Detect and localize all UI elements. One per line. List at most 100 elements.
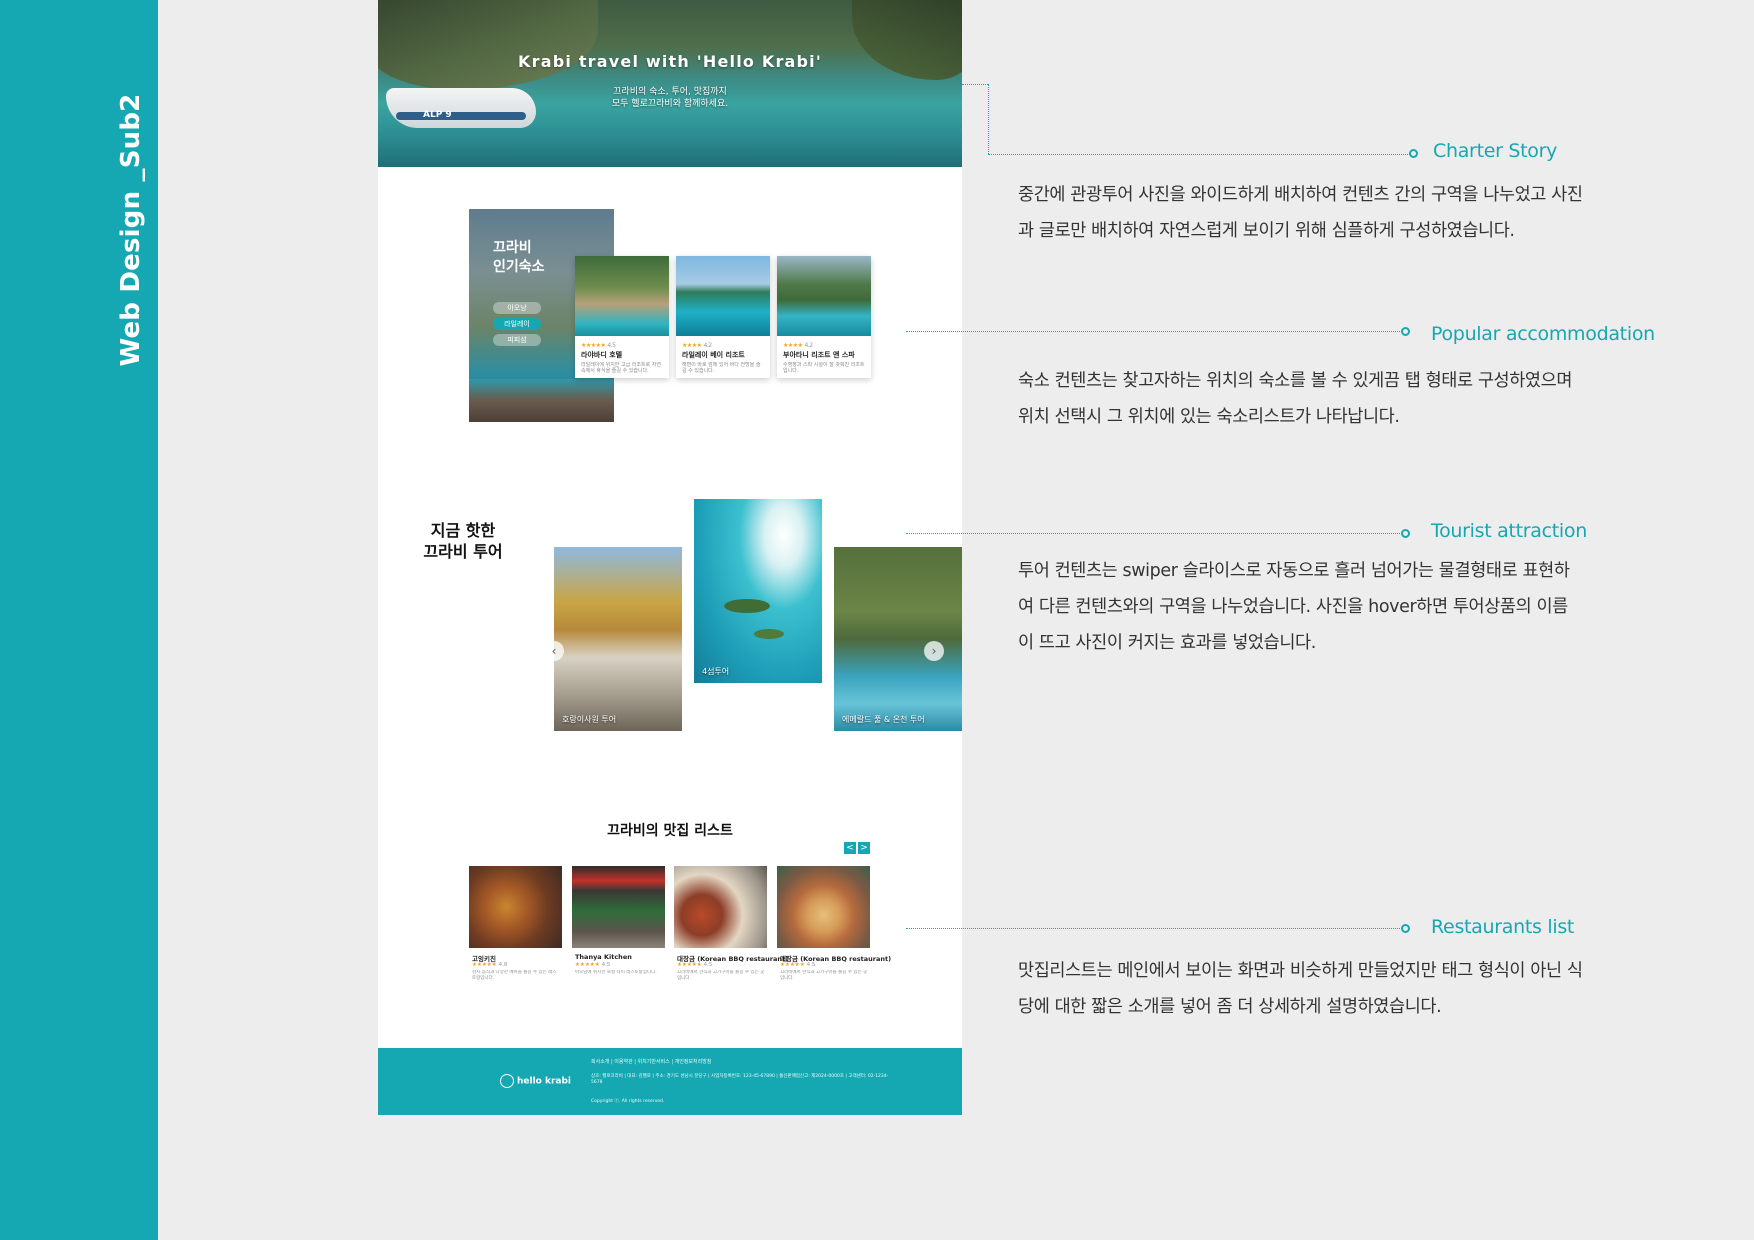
accommodation-name: 부아타니 리조트 앤 스파 — [783, 351, 855, 359]
tour-label: 4섬투어 — [702, 667, 730, 676]
hero-subtitle-line-1: 끄라비의 숙소, 투어, 맛집까지 — [613, 87, 727, 97]
restaurant-card[interactable]: 대장금 (Korean BBQ restaurant) ★★★★★ 4.5 끄라비… — [777, 866, 891, 986]
stars-icon: ★★★★ — [783, 342, 803, 349]
rating-stars: ★★★★★ 4.5 — [780, 962, 815, 968]
restaurant-desc: 현지 음식과 다양한 메뉴를 즐길 수 있는 레스토랑입니다. — [472, 970, 557, 981]
restaurant-card[interactable]: Thanya Kitchen ★★★★★ 4.5 아오낭에 위치한 로컬 타이 레… — [572, 866, 665, 986]
accommodation-desc: 라일레이에 위치한 고급 리조트로 자연 속에서 휴식을 즐길 수 있습니다. — [581, 362, 661, 374]
rating-stars: ★★★★★ 4.5 — [581, 342, 616, 349]
accommodation-photo — [575, 256, 669, 336]
footer-info: 상호: 헬로끄라비 | 대표: 김헬로 | 주소: 경기도 성남시 분당구 | … — [591, 1074, 889, 1085]
restaurants-prev-button[interactable]: < — [844, 842, 856, 854]
tour-card[interactable]: 에메랄드 풀 & 온천 투어 — [834, 547, 962, 731]
accommodation-title-line-2: 인기숙소 — [493, 259, 545, 275]
accommodation-title-line-1: 끄라비 — [493, 240, 532, 256]
stars-icon: ★★★★★ — [581, 342, 606, 349]
restaurant-desc: 아오낭에 위치한 로컬 타이 레스토랑입니다. — [575, 970, 657, 975]
connector-dot-icon — [1401, 529, 1410, 538]
restaurant-photo — [572, 866, 665, 948]
island-shape — [724, 599, 770, 613]
stars-icon: ★★★★★ — [677, 962, 702, 968]
annotation-title: Tourist attraction — [1431, 520, 1587, 542]
annotation-title: Popular accommodation — [1431, 323, 1655, 345]
annotation-title: Restaurants list — [1431, 916, 1575, 938]
rating-value: 4.5 — [703, 962, 713, 968]
rating-value: 4.5 — [607, 342, 616, 349]
restaurant-card[interactable]: 고잉키친 ★★★★★ 4.8 현지 음식과 다양한 메뉴를 즐길 수 있는 레스토… — [469, 866, 562, 986]
restaurants-heading: 끄라비의 맛집 리스트 — [607, 823, 733, 839]
restaurant-desc: 끄라비에서 한식과 고기구이를 즐길 수 있는 곳입니다. — [677, 970, 765, 981]
tour-prev-button[interactable]: ‹ — [544, 641, 564, 661]
restaurant-photo — [469, 866, 562, 948]
restaurant-card[interactable]: 대장금 (Korean BBQ restaurant) ★★★★★ 4.5 끄라비… — [674, 866, 788, 986]
footer-logo-text: hello krabi — [517, 1076, 572, 1087]
restaurant-photo — [674, 866, 767, 948]
tour-heading: 지금 핫한 끄라비 투어 — [408, 520, 518, 562]
rating-value: 4.2 — [703, 342, 713, 349]
accommodation-card[interactable]: ★★★★★ 4.5 라야바디 호텔 라일레이에 위치한 고급 리조트로 자연 속에… — [575, 256, 669, 378]
tour-next-button[interactable]: › — [924, 641, 944, 661]
footer-copyright: Copyright ⓒ. All rights reserved. — [591, 1099, 665, 1104]
accommodation-photo — [777, 256, 871, 336]
stars-icon: ★★★★ — [682, 342, 702, 349]
hero-cliff-left — [378, 0, 598, 90]
sidebar-title: Web Design _Sub2 — [116, 93, 146, 367]
rating-stars: ★★★★ 4.2 — [783, 342, 813, 349]
hero-banner: ALP 9 Krabi travel with 'Hello Krabi' 끄라… — [378, 0, 962, 167]
pool-deck-photo — [469, 379, 614, 422]
stars-icon: ★★★★★ — [780, 962, 805, 968]
footer-logo[interactable]: hello krabi — [500, 1074, 571, 1088]
hero-boat-label: ALP 9 — [423, 110, 452, 120]
hero-subtitle-line-2: 모두 헬로끄라비와 함께하세요. — [611, 99, 729, 109]
tab-phiphi[interactable]: 피피섬 — [493, 334, 541, 346]
rating-value: 4.8 — [498, 962, 508, 968]
footer-links[interactable]: 회사소개 | 이용약관 | 위치기반서비스 | 개인정보처리방침 — [591, 1058, 711, 1065]
connector-dot-icon — [1401, 924, 1410, 933]
accommodation-photo — [676, 256, 770, 336]
restaurant-name: Thanya Kitchen — [575, 953, 632, 961]
connector-line — [906, 533, 1402, 534]
tour-heading-line-1: 지금 핫한 — [430, 521, 496, 540]
logo-circle-icon — [500, 1074, 514, 1088]
site-footer: hello krabi 회사소개 | 이용약관 | 위치기반서비스 | 개인정보… — [378, 1048, 962, 1115]
accommodation-name: 라일레이 베이 리조트 — [682, 351, 745, 359]
rating-stars: ★★★★★ 4.8 — [472, 962, 507, 968]
annotation-desc: 맛집리스트는 메인에서 보이는 화면과 비슷하게 만들었지만 태그 형식이 아닌… — [1018, 961, 1583, 1017]
tour-card[interactable]: 호랑이사원 투어 — [554, 547, 682, 731]
connector-line — [988, 84, 989, 154]
annotation-desc: 숙소 컨텐츠는 찾고자하는 위치의 숙소를 볼 수 있게끔 탭 형태로 구성하였… — [1018, 371, 1573, 427]
connector-line — [906, 928, 1402, 929]
hero-boat-stripe — [396, 112, 526, 120]
tour-label: 호랑이사원 투어 — [562, 715, 617, 724]
connector-line — [906, 331, 1402, 332]
connector-line — [962, 84, 988, 85]
rating-stars: ★★★★★ 4.5 — [575, 962, 610, 968]
tour-card[interactable]: 4섬투어 — [694, 499, 822, 683]
restaurants-next-button[interactable]: > — [858, 842, 870, 854]
annotation-desc: 투어 컨텐츠는 swiper 슬라이스로 자동으로 흘러 넘어가는 물결형태로 … — [1018, 561, 1570, 653]
tour-heading-line-2: 끄라비 투어 — [423, 542, 503, 561]
accommodation-name: 라야바디 호텔 — [581, 351, 623, 359]
rating-value: 4.5 — [806, 962, 816, 968]
connector-dot-icon — [1401, 327, 1410, 336]
accommodation-desc: 수영장과 스파 시설이 잘 갖춰진 리조트입니다. — [783, 362, 865, 374]
island-shape — [754, 629, 784, 639]
accommodation-desc: 해변이 바로 앞에 있어 바다 전망을 즐길 수 있습니다. — [682, 362, 761, 374]
accommodation-card[interactable]: ★★★★ 4.2 부아타니 리조트 앤 스파 수영장과 스파 시설이 잘 갖춰진 … — [777, 256, 871, 378]
page-mockup: ALP 9 Krabi travel with 'Hello Krabi' 끄라… — [378, 0, 962, 1115]
restaurant-photo — [777, 866, 870, 948]
annotation-title: Charter Story — [1433, 140, 1558, 162]
restaurant-desc: 끄라비에서 한식과 고기구이를 즐길 수 있는 곳입니다. — [780, 970, 868, 981]
stars-icon: ★★★★★ — [472, 962, 497, 968]
hero-title: Krabi travel with 'Hello Krabi' — [518, 52, 822, 71]
accommodation-title: 끄라비 인기숙소 — [493, 239, 545, 277]
connector-dot-icon — [1409, 149, 1418, 158]
tab-railay[interactable]: 라일레이 — [493, 318, 541, 330]
annotation-desc: 중간에 관광투어 사진을 와이드하게 배치하여 컨텐츠 간의 구역을 나누었고 … — [1018, 185, 1583, 241]
rating-value: 4.2 — [804, 342, 814, 349]
connector-line — [988, 154, 1410, 155]
accommodation-card[interactable]: ★★★★ 4.2 라일레이 베이 리조트 해변이 바로 앞에 있어 바다 전망을 … — [676, 256, 770, 378]
tour-label: 에메랄드 풀 & 온천 투어 — [842, 715, 925, 724]
rating-value: 4.5 — [601, 962, 611, 968]
tab-aonang[interactable]: 아오낭 — [493, 302, 541, 314]
